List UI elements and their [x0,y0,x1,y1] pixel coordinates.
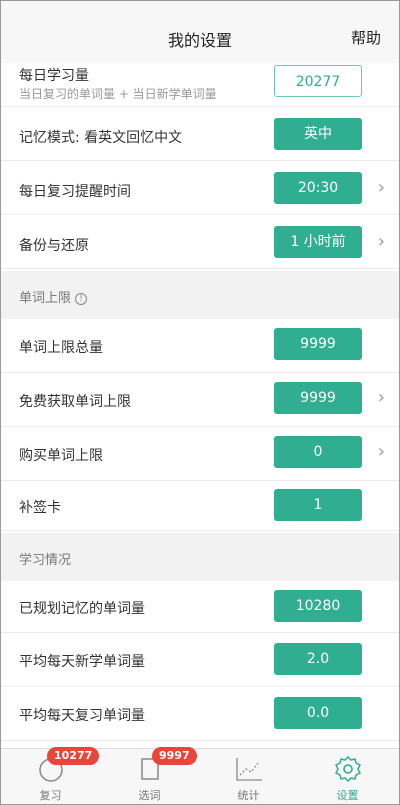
limit-total-value: 9999 [274,328,362,360]
daily-study-row[interactable]: 每日学习量 当日复习的单词量 + 当日新学单词量 20277 [1,63,399,107]
avg-new-row: 平均每天新学单词量 2.0 [1,633,399,687]
limit-total-row: 单词上限总量 9999 [1,319,399,373]
daily-study-sub: 当日复习的单词量 + 当日新学单词量 [19,87,217,101]
memory-mode-row[interactable]: 记忆模式: 看英文回忆中文 英中 [1,107,399,161]
planned-words-label: 已规划记忆的单词量 [19,601,145,617]
memory-mode-label: 记忆模式: 看英文回忆中文 [19,130,183,146]
header-bar: 我的设置 帮助 [1,1,399,63]
section-study-status: 学习情况 [1,533,399,581]
tab-select-words-label: 选词 [138,789,161,802]
avg-review-value: 0.0 [274,697,362,729]
chevron-right-icon: › [377,441,385,462]
chevron-right-icon: › [377,387,385,408]
review-badge: 10277 [47,747,100,765]
buy-limit-label: 购买单词上限 [19,448,103,464]
info-icon[interactable]: ! [75,292,88,305]
review-reminder-label: 每日复习提醒时间 [19,184,131,200]
planned-words-value: 10280 [274,590,362,622]
help-button[interactable]: 帮助 [351,27,381,48]
tab-settings[interactable]: 设置 [298,749,397,805]
select-words-badge: 9997 [152,747,197,765]
tab-bar: 10277 复习 9997 选词 统计 设置 [1,747,399,805]
backup-label: 备份与还原 [19,238,89,254]
avg-new-label: 平均每天新学单词量 [19,654,145,670]
limit-total-label: 单词上限总量 [19,340,103,356]
sign-card-row: 补签卡 1 [1,481,399,531]
tab-review-label: 复习 [39,789,62,802]
avg-review-label: 平均每天复习单词量 [19,708,145,724]
sign-card-label: 补签卡 [19,500,61,516]
buy-limit-row[interactable]: 购买单词上限 0 › [1,427,399,481]
tab-statistics[interactable]: 统计 [199,749,298,805]
daily-study-value[interactable]: 20277 [274,65,362,97]
page-title: 我的设置 [167,31,232,50]
review-reminder-button[interactable]: 20:30 [274,172,362,204]
chevron-right-icon: › [377,231,385,252]
sign-card-value: 1 [274,489,362,521]
tab-review[interactable]: 10277 复习 [1,747,100,805]
free-limit-row[interactable]: 免费获取单词上限 9999 › [1,373,399,427]
free-limit-label: 免费获取单词上限 [19,394,131,410]
memory-mode-button[interactable]: 英中 [274,118,362,150]
chevron-right-icon: › [377,177,385,198]
backup-row[interactable]: 备份与还原 1 小时前 › [1,215,399,269]
chart-icon [234,755,264,787]
backup-button[interactable]: 1 小时前 [274,226,362,258]
section-word-limit-label: 单词上限 [19,291,72,306]
section-word-limit: 单词上限! [1,271,399,319]
gear-icon [334,755,362,787]
section-study-status-label: 学习情况 [19,553,72,568]
review-reminder-row[interactable]: 每日复习提醒时间 20:30 › [1,161,399,215]
avg-review-row: 平均每天复习单词量 0.0 [1,687,399,741]
free-limit-button[interactable]: 9999 [274,382,362,414]
buy-limit-button[interactable]: 0 [274,436,362,468]
planned-words-row: 已规划记忆的单词量 10280 [1,581,399,633]
daily-study-label: 每日学习量 [19,68,89,84]
tab-statistics-label: 统计 [237,789,260,802]
tab-settings-label: 设置 [336,789,359,802]
tab-select-words[interactable]: 9997 选词 [100,747,199,805]
avg-new-value: 2.0 [274,643,362,675]
